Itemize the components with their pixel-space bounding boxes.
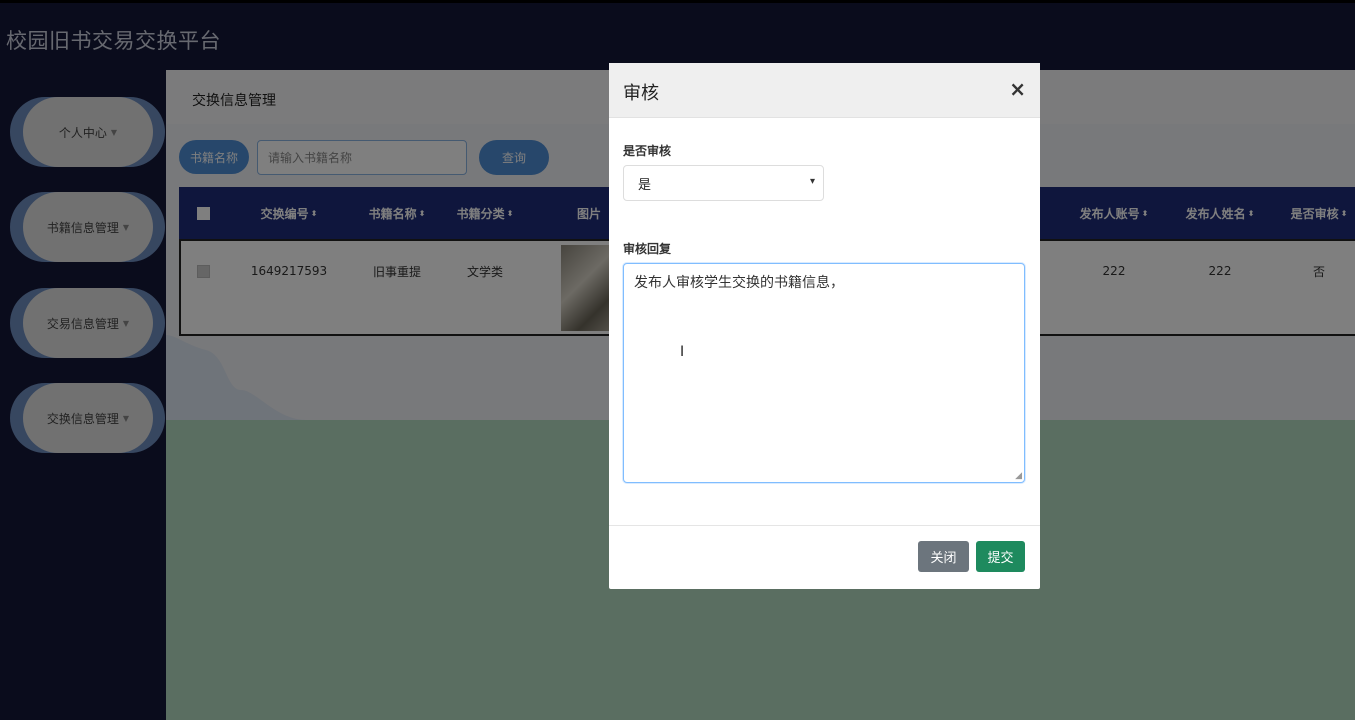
review-reply-textarea[interactable]: 发布人审核学生交换的书籍信息， I ◢ [623,263,1025,483]
review-status-select[interactable]: 是 ▾ [623,165,824,201]
close-icon[interactable]: × [1009,77,1026,101]
modal-footer: 关闭 提交 [609,525,1040,589]
resize-handle-icon[interactable]: ◢ [1015,471,1022,481]
text-cursor-icon: I [680,344,685,360]
chevron-down-icon: ▾ [809,176,815,187]
submit-button[interactable]: 提交 [976,541,1025,572]
review-reply-label: 审核回复 [623,242,672,256]
close-button[interactable]: 关闭 [918,541,969,572]
modal-title: 审核 [623,83,659,104]
textarea-value: 发布人审核学生交换的书籍信息， [634,275,844,291]
review-status-label: 是否审核 [623,144,672,158]
modal-header: 审核 × [609,63,1040,118]
select-value: 是 [638,177,652,193]
review-modal: 审核 × 是否审核 是 ▾ 审核回复 发布人审核学生交换的书籍信息， I ◢ 关… [609,63,1040,589]
